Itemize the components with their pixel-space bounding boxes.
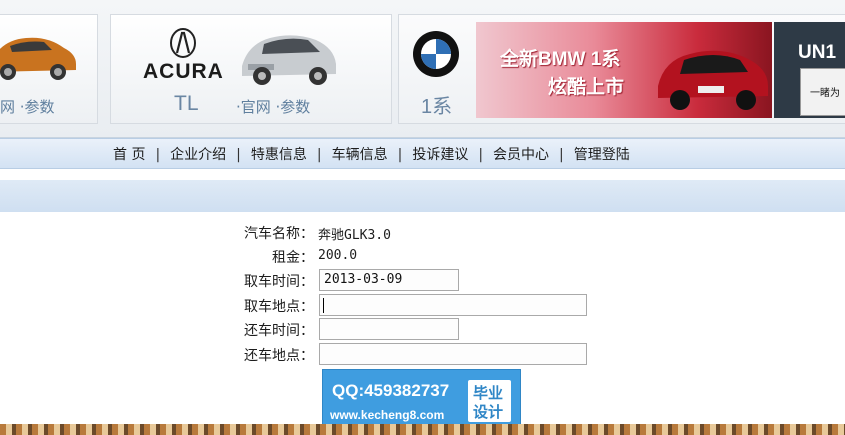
nav-item-vehicles[interactable]: 车辆信息 [331, 144, 389, 164]
watermark-url: www.kecheng8.com [330, 408, 445, 422]
acura-links[interactable]: ·官网 ·参数 [236, 96, 310, 117]
side-promo-ad[interactable]: UN1 一睹为 [774, 22, 845, 118]
pickup-place-label-cell: 取车地点： [200, 293, 314, 315]
main-nav: 首 页 | 企业介绍 | 特惠信息 | 车辆信息 | 投诉建议 | 会员中心 | 管理登陆 [0, 138, 845, 169]
watermark-label-line2: 设计 [473, 403, 504, 421]
nav-separator: | [559, 147, 564, 163]
watermark-badge: QQ:459382737 www.kecheng8.com 毕业 设计 [322, 369, 521, 428]
text-caret [323, 298, 324, 313]
content-header-bar [0, 180, 845, 212]
nav-item-admin-login[interactable]: 管理登陆 [573, 144, 631, 164]
nav-separator: | [478, 147, 484, 163]
nav-separator: | [155, 147, 161, 163]
watermark-qq: QQ:459382737 [332, 381, 450, 400]
nav-item-members[interactable]: 会员中心 [492, 144, 550, 164]
bmw-model-text: 1系 [421, 96, 453, 118]
car-name-label-cell: 汽车名称： [200, 220, 314, 242]
header-banner: 网 ·参数 ACURA TL ·官网 ·参数 1系 全新BMW 1系 炫酷上市 … [0, 0, 845, 138]
rent-value-cell: 200.0 [318, 244, 518, 266]
return-time-label: 还车时间： [244, 323, 314, 339]
left-car-links[interactable]: 网 ·参数 [0, 96, 55, 117]
side-ad-title: UN1 [798, 42, 837, 63]
acura-model-text: TL [174, 92, 199, 115]
nav-items: 首 页 | 企业介绍 | 特惠信息 | 车辆信息 | 投诉建议 | 会员中心 | 管理登陆 [112, 144, 631, 164]
pickup-time-input[interactable]: 2013-03-09 [319, 269, 459, 291]
return-time-label-cell: 还车时间： [200, 317, 314, 339]
ad-subline: 炫酷上市 [548, 77, 625, 98]
rent-label: 租金： [272, 250, 314, 266]
car-name-value: 奔驰GLK3.0 [318, 228, 391, 243]
watermark-label-line1: 毕业 [473, 384, 504, 402]
return-place-label: 还车地点： [244, 348, 314, 364]
nav-item-specials[interactable]: 特惠信息 [250, 144, 308, 164]
watermark-label-box: 毕业 设计 [468, 380, 511, 422]
ad-headline: 全新BMW 1系 [500, 49, 621, 70]
orange-car-image [0, 37, 76, 80]
rent-label-cell: 租金： [200, 244, 314, 266]
side-ad-sub: 一睹为 [810, 88, 840, 99]
pickup-place-label: 取车地点： [244, 299, 314, 315]
car-name-value-cell: 奔驰GLK3.0 [318, 220, 518, 243]
pickup-time-label: 取车时间： [244, 274, 314, 290]
return-place-input[interactable] [319, 343, 587, 365]
bmw-promo-ad[interactable]: 全新BMW 1系 炫酷上市 [476, 22, 772, 118]
nav-item-complaints[interactable]: 投诉建议 [411, 144, 469, 164]
nav-separator: | [316, 147, 322, 163]
nav-separator: | [236, 147, 241, 163]
silver-car-image [242, 35, 336, 85]
pickup-time-label-cell: 取车时间： [200, 268, 314, 290]
car-name-label: 汽车名称： [244, 226, 314, 242]
acura-brand-text: ACURA [143, 60, 224, 83]
return-place-label-cell: 还车地点： [200, 342, 314, 364]
pickup-place-input[interactable] [319, 294, 587, 316]
nav-item-home[interactable]: 首 页 [112, 144, 146, 164]
bmw-logo-icon [413, 31, 459, 77]
nav-separator: | [397, 147, 403, 163]
red-bmw-car-image [658, 50, 768, 110]
acura-logo-icon [170, 28, 196, 58]
nav-item-company[interactable]: 企业介绍 [169, 144, 227, 164]
return-time-input[interactable] [319, 318, 459, 340]
rent-value: 200.0 [318, 248, 358, 263]
footer-decoration-strip [0, 424, 845, 435]
